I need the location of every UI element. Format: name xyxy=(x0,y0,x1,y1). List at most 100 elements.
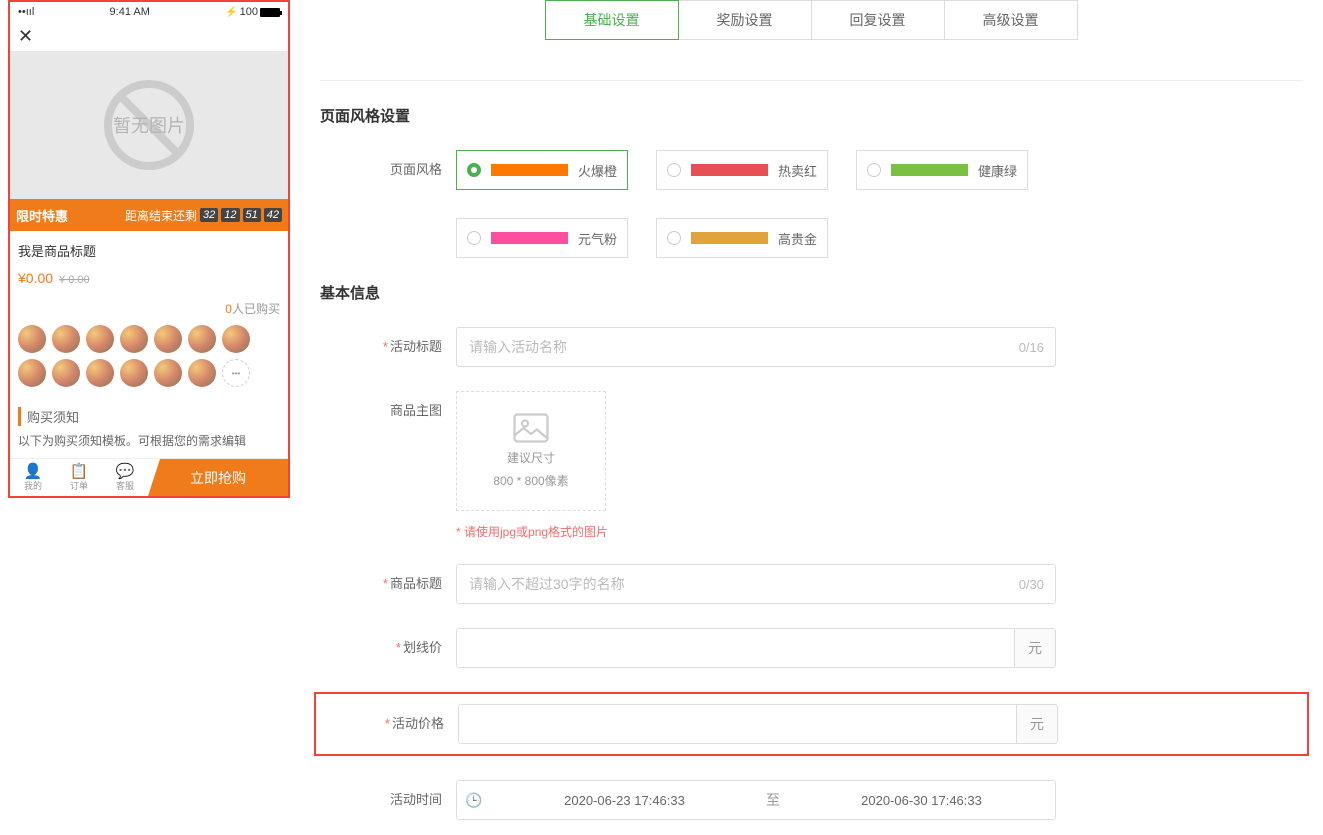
nav-order[interactable]: 📋 订单 xyxy=(56,459,102,496)
preview-price-now: ¥0.00 xyxy=(18,270,53,286)
label-main-image: 商品主图 xyxy=(320,391,456,431)
countdown-days: 32 xyxy=(200,208,218,222)
battery-icon xyxy=(260,8,280,17)
label-activity-time: 活动时间 xyxy=(320,780,456,820)
tab-reward-settings[interactable]: 奖励设置 xyxy=(678,0,812,40)
no-image-text: 暂无图片 xyxy=(113,112,185,138)
avatar xyxy=(120,359,148,387)
product-image-placeholder: 暂无图片 xyxy=(10,51,288,199)
preview-price-old: ¥ 0.00 xyxy=(59,274,90,286)
upload-suggest-line1: 建议尺寸 xyxy=(507,449,555,466)
image-upload-box[interactable]: 建议尺寸 800 * 800像素 xyxy=(456,391,606,511)
signal-icon: ••ııl xyxy=(18,6,34,18)
label-activity-price: *活动价格 xyxy=(322,704,458,744)
upload-format-hint: 请使用jpg或png格式的图片 xyxy=(456,523,1056,540)
label-page-style: 页面风格 xyxy=(320,150,456,190)
status-time: 9:41 AM xyxy=(110,6,150,18)
section-basic-info-title: 基本信息 xyxy=(320,282,1303,303)
style-name: 热卖红 xyxy=(778,161,817,180)
avatar xyxy=(222,325,250,353)
purchase-notice: 购买须知 以下为购买须知模板。可根据您的需求编辑 xyxy=(10,399,288,458)
close-icon[interactable]: ✕ xyxy=(10,22,288,51)
bottom-nav: 👤 我的 📋 订单 💬 客服 立即抢购 xyxy=(10,458,288,496)
color-swatch xyxy=(491,164,568,176)
user-icon: 👤 xyxy=(24,464,43,479)
avatar xyxy=(188,325,216,353)
style-option-green[interactable]: 健康绿 xyxy=(856,150,1028,190)
avatar xyxy=(52,325,80,353)
activity-price-unit: 元 xyxy=(1017,704,1058,744)
style-name: 高贵金 xyxy=(778,229,817,248)
activity-price-highlight: *活动价格 元 xyxy=(314,692,1309,756)
product-title-input[interactable] xyxy=(456,564,1056,604)
status-bar: ••ııl 9:41 AM ⚡ 100 xyxy=(10,2,288,22)
countdown-hours: 12 xyxy=(221,208,239,222)
promo-tag: 限时特惠 xyxy=(16,206,68,225)
avatar xyxy=(86,359,114,387)
date-start-input[interactable] xyxy=(491,793,758,808)
color-swatch xyxy=(691,232,768,244)
style-name: 元气粉 xyxy=(578,229,617,248)
color-swatch xyxy=(691,164,768,176)
avatar xyxy=(52,359,80,387)
phone-preview: ••ııl 9:41 AM ⚡ 100 ✕ 暂无图片 限时特惠 距离结束还剩 3… xyxy=(8,0,290,498)
date-end-input[interactable] xyxy=(788,793,1055,808)
style-option-orange[interactable]: 火爆橙 xyxy=(456,150,628,190)
radio-icon xyxy=(467,231,481,245)
radio-icon xyxy=(867,163,881,177)
style-option-gold[interactable]: 高贵金 xyxy=(656,218,828,258)
clock-icon: 🕒 xyxy=(457,792,491,809)
style-option-pink[interactable]: 元气粉 xyxy=(456,218,628,258)
battery-level: 100 xyxy=(240,6,258,18)
avatar xyxy=(154,359,182,387)
nav-mine[interactable]: 👤 我的 xyxy=(10,459,56,496)
activity-title-input[interactable] xyxy=(456,327,1056,367)
avatar xyxy=(188,359,216,387)
buy-now-button[interactable]: 立即抢购 xyxy=(148,459,288,496)
avatar xyxy=(86,325,114,353)
line-price-input[interactable] xyxy=(456,628,1015,668)
notice-title: 购买须知 xyxy=(18,407,280,426)
section-page-style-title: 页面风格设置 xyxy=(320,105,1303,126)
tab-advanced-settings[interactable]: 高级设置 xyxy=(944,0,1078,40)
avatar-more[interactable]: ••• xyxy=(222,359,250,387)
notice-body: 以下为购买须知模板。可根据您的需求编辑 xyxy=(18,432,280,450)
bluetooth-icon: ⚡ xyxy=(225,7,237,18)
buy-count: 0人已购买 xyxy=(10,296,288,321)
image-icon xyxy=(513,413,549,443)
upload-suggest-line2: 800 * 800像素 xyxy=(493,472,568,489)
radio-icon xyxy=(667,163,681,177)
preview-product-title: 我是商品标题 xyxy=(18,241,280,260)
avatar xyxy=(120,325,148,353)
line-price-unit: 元 xyxy=(1015,628,1056,668)
tab-basic-settings[interactable]: 基础设置 xyxy=(545,0,679,40)
nav-service[interactable]: 💬 客服 xyxy=(102,459,148,496)
date-range-picker[interactable]: 🕒 至 xyxy=(456,780,1056,820)
label-line-price: *划线价 xyxy=(320,628,456,668)
activity-title-counter: 0/16 xyxy=(1019,340,1044,355)
style-name: 火爆橙 xyxy=(578,161,617,180)
settings-tabs: 基础设置 奖励设置 回复设置 高级设置 xyxy=(320,0,1303,40)
style-option-red[interactable]: 热卖红 xyxy=(656,150,828,190)
chat-icon: 💬 xyxy=(116,464,135,479)
radio-icon xyxy=(667,231,681,245)
countdown-label: 距离结束还剩 xyxy=(125,207,197,224)
label-product-title: *商品标题 xyxy=(320,564,456,604)
avatar xyxy=(18,325,46,353)
tab-reply-settings[interactable]: 回复设置 xyxy=(811,0,945,40)
nav-mine-label: 我的 xyxy=(24,479,42,492)
activity-price-input[interactable] xyxy=(458,704,1017,744)
countdown-seconds: 42 xyxy=(264,208,282,222)
form-area: 基础设置 奖励设置 回复设置 高级设置 页面风格设置 页面风格 火爆橙 热卖红 xyxy=(300,0,1323,835)
buy-count-number: 0 xyxy=(225,302,232,316)
date-separator: 至 xyxy=(758,790,788,810)
color-swatch xyxy=(491,232,568,244)
label-activity-title: *活动标题 xyxy=(320,327,456,367)
product-title-counter: 0/30 xyxy=(1019,577,1044,592)
radio-icon xyxy=(467,163,481,177)
clipboard-icon: 📋 xyxy=(70,464,89,479)
nav-order-label: 订单 xyxy=(70,479,88,492)
buyer-avatars: ••• xyxy=(10,321,288,395)
nav-service-label: 客服 xyxy=(116,479,134,492)
color-swatch xyxy=(891,164,968,176)
